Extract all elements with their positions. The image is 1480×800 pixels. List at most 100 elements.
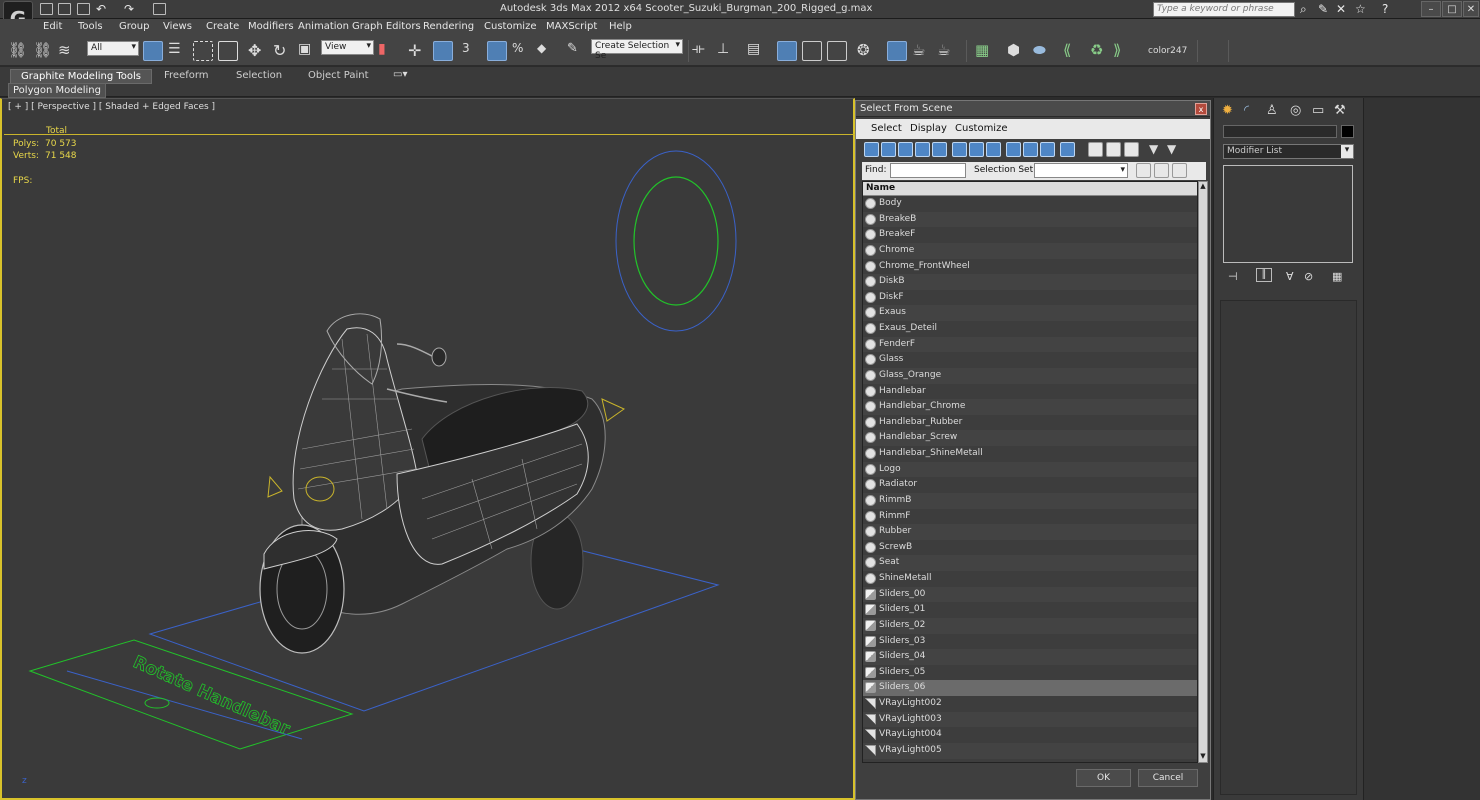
create-panel-icon[interactable]: ✹ <box>1222 103 1240 119</box>
rectangular-selection-icon[interactable] <box>193 41 213 61</box>
bind-spacewarp-icon[interactable]: ≋ <box>58 41 78 61</box>
list-item[interactable]: Chrome_FrontWheel <box>863 259 1197 275</box>
tab-freeform[interactable]: Freeform <box>154 69 219 82</box>
filter-lights-icon[interactable] <box>898 142 913 157</box>
open-file-icon[interactable] <box>58 3 71 15</box>
filter-spacewarps-icon[interactable] <box>952 142 967 157</box>
hierarchy-panel-icon[interactable]: ♙ <box>1266 103 1284 119</box>
keyframe-tool-icon[interactable]: ⟫ <box>1113 41 1133 61</box>
spinner-snap-icon[interactable]: ◆ <box>537 41 557 61</box>
unlink-icon[interactable]: ⛓ <box>33 41 53 61</box>
subscription-icon[interactable]: ✎ <box>1318 2 1328 16</box>
name-column-header[interactable]: Name <box>863 182 1197 196</box>
ok-button[interactable]: OK <box>1076 769 1131 787</box>
select-object-icon[interactable] <box>143 41 163 61</box>
filter-containers-icon[interactable] <box>1023 142 1038 157</box>
list-item[interactable]: ShineMetall <box>863 571 1197 587</box>
motion-panel-icon[interactable]: ◎ <box>1290 103 1308 119</box>
filter-hidden-icon[interactable] <box>1060 142 1075 157</box>
edit-named-selection-icon[interactable]: ✎ <box>567 41 587 61</box>
list-item[interactable]: Sliders_03 <box>863 634 1197 650</box>
list-item[interactable]: ScrewB <box>863 540 1197 556</box>
graphite-modeling-toggle-icon[interactable] <box>777 41 797 61</box>
list-item[interactable]: Sliders_05 <box>863 665 1197 681</box>
list-item[interactable]: VRayLight005 <box>863 742 1197 759</box>
utilities-panel-icon[interactable]: ⚒ <box>1334 103 1352 119</box>
render-setup-icon[interactable] <box>887 41 907 61</box>
list-item[interactable]: Handlebar_Screw <box>863 430 1197 446</box>
menu-tools[interactable]: Tools <box>78 21 103 32</box>
list-item[interactable]: RimmF <box>863 509 1197 525</box>
select-manipulate-icon[interactable]: ✛ <box>408 41 428 61</box>
create-selection-set-icon[interactable] <box>1136 163 1151 178</box>
filter-cameras-icon[interactable] <box>915 142 930 157</box>
list-item[interactable]: BreakeF <box>863 227 1197 243</box>
helper-tool-icon[interactable]: ⟪ <box>1063 41 1083 61</box>
object-name-field[interactable] <box>1223 125 1337 138</box>
list-item[interactable]: Handlebar_ShineMetall <box>863 446 1197 462</box>
list-item[interactable]: FenderF <box>863 336 1197 353</box>
link-icon[interactable]: ⛓ <box>8 41 28 61</box>
menu-edit[interactable]: Edit <box>43 21 62 32</box>
menu-animation[interactable]: Animation <box>298 21 349 32</box>
show-end-result-icon[interactable]: ∥ <box>1256 268 1272 282</box>
list-item[interactable]: Chrome <box>863 242 1197 259</box>
binoculars-icon[interactable]: ⌕ <box>1300 2 1307 17</box>
rendered-frame-window-icon[interactable]: ☕ <box>912 41 932 61</box>
scale-icon[interactable]: ▣ <box>298 41 318 61</box>
filter-geometry-icon[interactable] <box>864 142 879 157</box>
filter-options-icon[interactable]: ▼ <box>1167 142 1182 157</box>
modifier-list-dropdown[interactable]: Modifier List ▾ <box>1223 144 1354 159</box>
filter-bones-icon[interactable] <box>1006 142 1021 157</box>
objects-tool-icon[interactable]: ⬢ <box>1007 41 1027 61</box>
dialog-menu-customize[interactable]: Customize <box>955 123 1008 134</box>
list-item[interactable]: Seat <box>863 555 1197 571</box>
list-item[interactable]: DiskF <box>863 290 1197 306</box>
layer-manager-icon[interactable]: ▤ <box>747 41 767 61</box>
rotate-icon[interactable]: ↻ <box>273 41 293 61</box>
list-item[interactable]: Radiator <box>863 477 1197 493</box>
tab-graphite-modeling-tools[interactable]: Graphite Modeling Tools <box>10 69 153 84</box>
scroll-down-icon[interactable]: ▼ <box>1199 752 1207 762</box>
menu-help[interactable]: Help <box>609 21 632 32</box>
menu-modifiers[interactable]: Modifiers <box>248 21 294 32</box>
ribbon-options-icon[interactable]: ▭▾ <box>393 69 407 80</box>
list-item[interactable]: RimmB <box>863 492 1197 509</box>
filter-xrefs-icon[interactable] <box>986 142 1001 157</box>
perspective-viewport[interactable]: [ + ] [ Perspective ] [ Shaded + Edged F… <box>0 98 855 800</box>
pin-stack-icon[interactable]: ⊣ <box>1228 270 1238 283</box>
angle-snap-icon[interactable] <box>487 41 507 61</box>
cancel-button[interactable]: Cancel <box>1138 769 1198 787</box>
maximize-button[interactable]: □ <box>1442 1 1462 17</box>
scroll-up-icon[interactable]: ▲ <box>1199 182 1207 192</box>
list-item[interactable]: Sliders_04 <box>863 649 1197 665</box>
find-input[interactable] <box>890 163 966 178</box>
modifier-stack[interactable] <box>1223 165 1353 263</box>
material-editor-icon[interactable]: ❂ <box>857 41 877 61</box>
extras-tool-icon[interactable]: ▦ <box>975 41 995 61</box>
menu-maxscript[interactable]: MAXScript <box>546 21 597 32</box>
menu-create[interactable]: Create <box>206 21 239 32</box>
percent-snap-icon[interactable]: % <box>512 41 532 61</box>
render-production-icon[interactable]: ☕ <box>937 41 957 61</box>
menu-graph-editors[interactable]: Graph Editors <box>352 21 421 32</box>
select-all-icon[interactable] <box>1088 142 1103 157</box>
filter-shapes-icon[interactable] <box>881 142 896 157</box>
filter-groups-icon[interactable] <box>969 142 984 157</box>
select-none-icon[interactable] <box>1106 142 1121 157</box>
save-file-icon[interactable] <box>77 3 90 15</box>
list-item[interactable]: Glass_Orange <box>863 367 1197 384</box>
snaps-toggle-icon[interactable]: 3 <box>462 41 482 61</box>
filter-helpers-icon[interactable] <box>932 142 947 157</box>
project-folder-icon[interactable] <box>153 3 166 15</box>
pivot-center-icon[interactable]: ▮ <box>378 41 398 61</box>
menu-group[interactable]: Group <box>119 21 149 32</box>
remove-modifier-icon[interactable]: ⊘ <box>1304 270 1313 283</box>
minimize-button[interactable]: – <box>1421 1 1441 17</box>
selection-filter-dropdown[interactable]: All <box>87 41 139 56</box>
configure-modifier-sets-icon[interactable]: ▦ <box>1332 270 1342 283</box>
list-item[interactable]: Sliders_01 <box>863 602 1197 618</box>
select-invert-icon[interactable] <box>1124 142 1139 157</box>
list-item[interactable]: Sliders_02 <box>863 617 1197 634</box>
animate-tool-icon[interactable]: ♻ <box>1090 41 1110 61</box>
